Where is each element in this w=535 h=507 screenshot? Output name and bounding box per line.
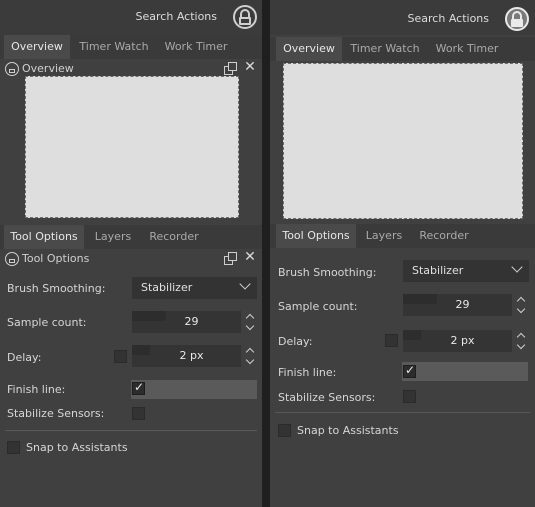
bottom-tabbar: Tool Options Layers Recorder [0,225,262,249]
snap-label: Snap to Assistants [297,424,399,437]
lock-icon[interactable] [5,252,19,266]
overview-canvas[interactable] [25,76,239,218]
brush-smoothing-label: Brush Smoothing: [278,266,377,279]
tool-options-title: Tool Options [22,252,90,265]
snap-label: Snap to Assistants [26,441,128,454]
stabilize-sensors-label: Stabilize Sensors: [278,391,376,404]
delay-checkbox[interactable] [385,334,398,347]
tab-timer-watch[interactable]: Timer Watch [76,35,152,59]
stabilize-sensors-checkbox[interactable] [132,407,145,420]
brush-smoothing-select[interactable]: Stabilizer [403,260,529,282]
lock-icon[interactable] [5,62,19,76]
bottom-tabbar: Tool Options Layers Recorder [270,224,535,248]
delay-value: 2 px [450,334,475,347]
lock-icon[interactable] [505,7,529,31]
chevron-down-icon [511,261,523,273]
tab-work-timer[interactable]: Work Timer [158,35,234,59]
brush-smoothing-select[interactable]: Stabilizer [132,277,257,299]
sample-count-arrows[interactable] [245,311,255,333]
delay-arrows[interactable] [516,330,526,352]
tab-recorder[interactable]: Recorder [142,225,206,249]
delay-arrows[interactable] [245,345,255,367]
chevron-down-icon [239,278,251,290]
snap-checkbox[interactable] [7,441,20,454]
float-icon[interactable] [224,252,237,265]
docker-panel-right: Search Actions Overview Timer Watch Work… [270,0,535,507]
divider [5,430,257,431]
spin-down-icon[interactable] [516,304,526,314]
tab-recorder[interactable]: Recorder [412,224,476,248]
delay-label: Delay: [278,335,313,348]
spin-down-icon[interactable] [245,355,255,365]
tool-options-titlebar: Tool Options ✕ [0,249,262,269]
delay-value: 2 px [179,349,204,362]
stabilize-sensors-checkbox[interactable] [403,390,416,403]
tab-layers[interactable]: Layers [88,225,138,249]
snap-checkbox[interactable] [278,424,291,437]
tab-overview[interactable]: Overview [4,35,70,59]
delay-spinbox[interactable]: 2 px [132,345,241,367]
toolbar: Search Actions [270,0,535,35]
tab-overview[interactable]: Overview [276,37,342,61]
tab-timer-watch[interactable]: Timer Watch [348,37,422,61]
top-tabbar: Overview Timer Watch Work Timer [270,37,535,61]
finish-line-checkbox[interactable] [403,363,416,378]
stabilize-sensors-label: Stabilize Sensors: [7,407,105,420]
spin-down-icon[interactable] [516,340,526,350]
sample-count-label: Sample count: [278,300,358,313]
finish-line-label: Finish line: [278,366,337,379]
search-actions-button[interactable]: Search Actions [136,10,217,23]
tab-tool-options[interactable]: Tool Options [4,225,84,249]
finish-line-checkbox[interactable] [132,380,145,395]
overview-title: Overview [22,62,74,75]
top-tabbar: Overview Timer Watch Work Timer [0,35,262,59]
finish-line-field [131,380,257,399]
overview-canvas[interactable] [283,63,523,219]
docker-panel-left: Search Actions Overview Timer Watch Work… [0,0,262,507]
sample-count-arrows[interactable] [516,294,526,316]
finish-line-label: Finish line: [7,383,66,396]
float-icon[interactable] [224,62,237,75]
sample-count-label: Sample count: [7,316,87,329]
sample-count-value: 29 [455,298,470,311]
brush-smoothing-value: Stabilizer [141,281,193,294]
delay-label: Delay: [7,351,42,364]
toolbar: Search Actions [0,0,262,35]
sample-count-spinbox[interactable]: 29 [132,311,241,333]
tab-work-timer[interactable]: Work Timer [430,37,504,61]
delay-checkbox[interactable] [114,350,127,363]
brush-smoothing-label: Brush Smoothing: [7,282,106,295]
close-icon[interactable]: ✕ [243,250,257,264]
search-actions-button[interactable]: Search Actions [408,12,489,25]
sample-count-spinbox[interactable]: 29 [403,294,512,316]
tab-layers[interactable]: Layers [360,224,408,248]
tab-tool-options[interactable]: Tool Options [276,224,356,248]
divider [275,412,530,413]
finish-line-field [402,362,528,381]
sample-count-value: 29 [184,315,199,328]
close-icon[interactable]: ✕ [243,60,257,74]
lock-icon[interactable] [233,5,257,29]
brush-smoothing-value: Stabilizer [412,264,464,277]
spin-down-icon[interactable] [245,321,255,331]
delay-spinbox[interactable]: 2 px [403,330,512,352]
